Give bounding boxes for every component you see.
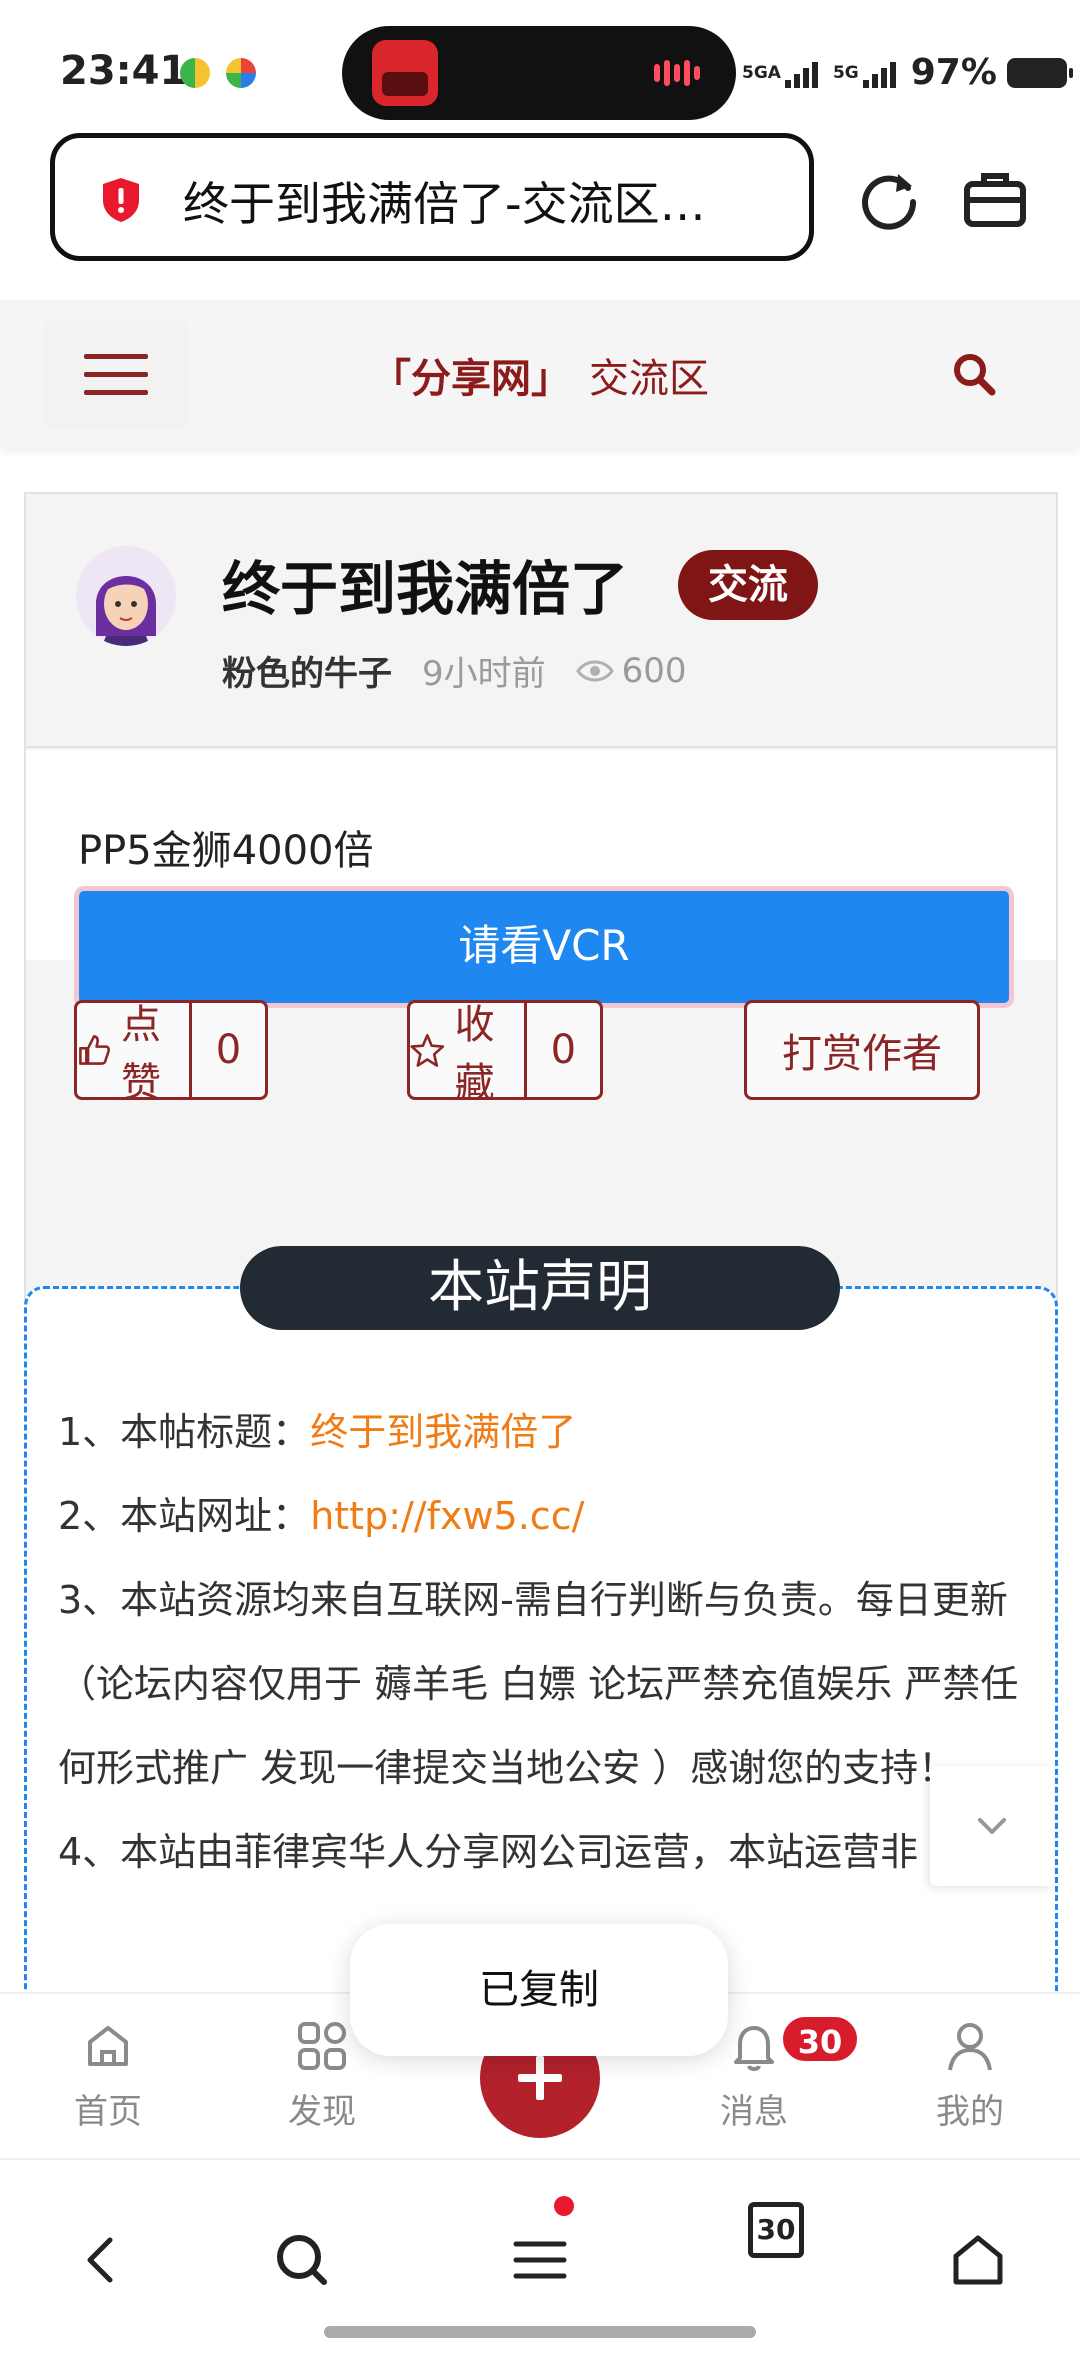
- reload-icon[interactable]: [856, 166, 922, 232]
- user-icon: [948, 2023, 992, 2071]
- network-type-label-2: 5G: [832, 62, 859, 83]
- avatar-image: [76, 546, 176, 646]
- like-button[interactable]: 点赞 0: [74, 1000, 268, 1106]
- site-brand: 「分享网」: [371, 356, 571, 402]
- search-icon[interactable]: [272, 2230, 332, 2290]
- notice-line-3: 3、本站资源均来自互联网-需自行判断与负责。每日更新（论坛内容仅用于 薅羊毛 白…: [58, 1578, 1019, 1790]
- notice-line-1: 1、本帖标题：终于到我满倍了: [58, 1410, 577, 1454]
- menu-icon[interactable]: [510, 2230, 570, 2290]
- signal-icon-2: [862, 58, 899, 88]
- chevron-down-icon: [978, 1818, 1006, 1834]
- notice-content: 1、本帖标题：终于到我满倍了 2、本站网址：http://fxw5.cc/ 3、…: [58, 1390, 1028, 1894]
- favorite-label: 收藏: [454, 1002, 495, 1106]
- app-notification-icon: [180, 58, 210, 88]
- app-notification-icon-2: [226, 58, 256, 88]
- battery-percent: 97%: [910, 52, 997, 93]
- tip-author-label: 打赏作者: [782, 1031, 942, 1077]
- eye-icon: [575, 660, 614, 681]
- media-thumbnail: [372, 40, 438, 106]
- like-label: 点赞: [120, 1002, 161, 1106]
- notice-site-url[interactable]: http://fxw5.cc/: [310, 1494, 584, 1538]
- status-time: 23:41: [60, 48, 188, 94]
- audio-wave-icon: [684, 60, 690, 86]
- audio-wave-icon: [654, 64, 660, 82]
- home-indicator[interactable]: [324, 2326, 756, 2338]
- status-bar: 23:41 5GA 5G 97%: [0, 0, 1080, 135]
- page-title: 终于到我满倍了-交流区…: [183, 177, 706, 231]
- audio-wave-icon: [674, 64, 680, 82]
- security-shield-icon: [103, 178, 139, 222]
- scroll-down-button[interactable]: [930, 1766, 1054, 1886]
- copied-toast: 已复制: [350, 1924, 728, 2056]
- notification-dot: [554, 2196, 574, 2216]
- tip-author-button[interactable]: 打赏作者: [744, 1000, 980, 1100]
- site-section: 交流区: [589, 356, 709, 402]
- bell-icon: [734, 2026, 774, 2071]
- author-avatar[interactable]: [76, 546, 176, 646]
- post-title: 终于到我满倍了: [222, 555, 629, 623]
- battery-icon: [1006, 57, 1073, 88]
- search-icon[interactable]: [952, 352, 996, 396]
- favorite-button[interactable]: 收藏 0: [407, 1000, 603, 1106]
- category-tag[interactable]: 交流: [678, 550, 818, 620]
- view-count: 600: [621, 650, 687, 691]
- post-actions: 点赞 0 收藏 0 打赏作者: [26, 960, 1056, 1130]
- post-meta: 粉色的牛子 9小时前 600: [222, 646, 687, 695]
- audio-wave-icon: [664, 60, 670, 86]
- like-count: 0: [188, 1003, 265, 1097]
- post-content: PP5金狮4000倍: [78, 828, 374, 874]
- thumbs-up-icon: [79, 1035, 110, 1065]
- site-title[interactable]: 「分享网」 交流区: [0, 346, 1080, 404]
- toolbox-icon[interactable]: [962, 166, 1028, 232]
- favorite-count: 0: [523, 1003, 600, 1097]
- post-time: 9小时前: [422, 654, 546, 694]
- address-bar[interactable]: 终于到我满倍了-交流区…: [50, 133, 814, 261]
- grid-icon: [298, 2022, 346, 2070]
- notice-line-4: 4、本站由菲律宾华人分享网公司运营，本站运营非: [58, 1830, 919, 1874]
- tabs-count-button[interactable]: 30: [748, 2202, 804, 2258]
- home-icon[interactable]: [948, 2230, 1008, 2290]
- notice-line-2: 2、本站网址：http://fxw5.cc/: [58, 1494, 585, 1538]
- tab-home[interactable]: 首页: [48, 2018, 168, 2133]
- star-icon: [410, 1034, 445, 1067]
- notice-title: 本站声明: [240, 1246, 840, 1330]
- post-body: PP5金狮4000倍 请看VCR: [26, 750, 1056, 1008]
- back-icon[interactable]: [72, 2230, 132, 2290]
- status-indicators: 5GA 5G 97%: [742, 52, 1073, 93]
- audio-wave-icon: [694, 66, 700, 80]
- messages-badge: 30: [780, 2014, 860, 2064]
- signal-icon: [784, 58, 821, 88]
- author-name[interactable]: 粉色的牛子: [222, 646, 392, 695]
- site-header: 「分享网」 交流区: [0, 300, 1080, 448]
- network-type-label: 5GA: [742, 62, 781, 83]
- tab-mine[interactable]: 我的: [910, 2018, 1030, 2133]
- post-header: 终于到我满倍了 交流 粉色的牛子 9小时前 600: [26, 494, 1056, 748]
- home-icon: [88, 2026, 128, 2066]
- notice-post-title[interactable]: 终于到我满倍了: [310, 1410, 576, 1454]
- dynamic-island[interactable]: [342, 26, 736, 120]
